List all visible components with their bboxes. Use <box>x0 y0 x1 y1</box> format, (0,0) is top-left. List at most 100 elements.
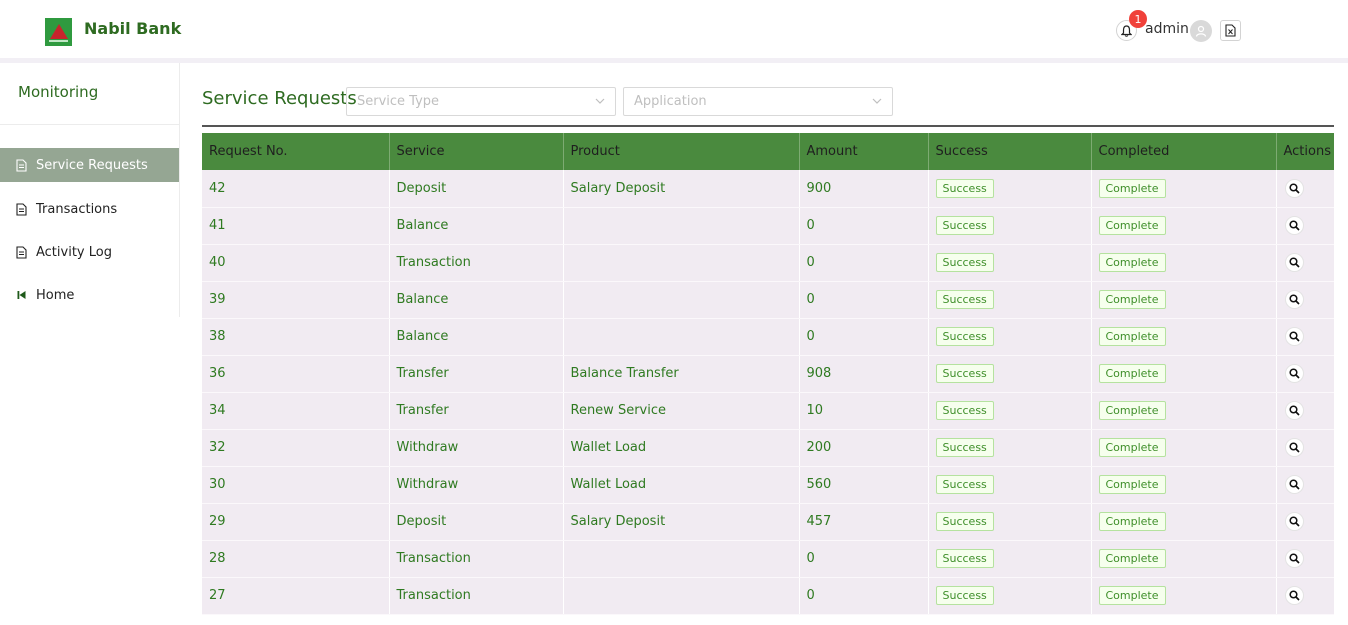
cell-request-no: 40 <box>202 244 390 282</box>
select-placeholder: Service Type <box>357 94 440 109</box>
cell-service: Transaction <box>389 577 564 615</box>
cell-actions <box>1276 207 1334 245</box>
view-details-button[interactable] <box>1284 438 1304 457</box>
cell-request-no: 41 <box>202 207 390 245</box>
status-badge: Complete <box>1098 216 1166 235</box>
cell-actions <box>1276 466 1334 504</box>
cell-success: Success <box>928 466 1092 504</box>
cell-completed: Complete <box>1091 392 1277 430</box>
cell-product <box>563 281 800 319</box>
cell-success: Success <box>928 392 1092 430</box>
column-header-success[interactable]: Success <box>928 133 1092 170</box>
chevron-down-icon <box>595 98 605 104</box>
cell-completed: Complete <box>1091 170 1277 208</box>
cell-actions <box>1276 244 1334 282</box>
view-details-button[interactable] <box>1284 178 1304 198</box>
view-details-button[interactable] <box>1284 401 1304 420</box>
bank-logo[interactable] <box>45 18 72 46</box>
file-icon <box>14 202 28 216</box>
cell-product <box>563 207 800 245</box>
search-icon <box>1288 220 1300 231</box>
cell-service: Transaction <box>389 244 564 282</box>
table-row[interactable]: 30 Withdraw Wallet Load 560 Success Complete <box>202 466 1334 504</box>
view-details-button[interactable] <box>1284 549 1304 568</box>
cell-product <box>563 244 800 282</box>
cell-amount: 0 <box>799 207 929 245</box>
table-header-row: Request No. Service Product Amount Succe… <box>202 133 1334 170</box>
cell-success: Success <box>928 577 1092 615</box>
status-badge: Complete <box>1098 512 1166 531</box>
sidebar-item-home[interactable]: Home <box>0 278 179 312</box>
view-details-button[interactable] <box>1284 586 1304 605</box>
cell-actions <box>1276 429 1334 467</box>
avatar[interactable] <box>1190 20 1212 42</box>
view-details-button[interactable] <box>1284 512 1304 531</box>
cell-product <box>563 577 800 615</box>
status-badge: Success <box>935 253 994 272</box>
cell-amount: 560 <box>799 466 929 504</box>
cell-request-no: 30 <box>202 466 390 504</box>
sidebar-item-activity-log[interactable]: Activity Log <box>0 235 179 269</box>
table-row[interactable]: 27 Transaction 0 Success Complete <box>202 577 1334 615</box>
view-details-button[interactable] <box>1284 475 1304 494</box>
sidebar-item-label: Service Requests <box>36 157 148 173</box>
cell-success: Success <box>928 281 1092 319</box>
table-row[interactable]: 32 Withdraw Wallet Load 200 Success Complete <box>202 429 1334 467</box>
status-badge: Success <box>935 512 994 531</box>
view-details-button[interactable] <box>1284 216 1304 235</box>
cell-success: Success <box>928 207 1092 245</box>
sidebar-title: Monitoring <box>18 83 99 101</box>
column-header-completed[interactable]: Completed <box>1091 133 1277 170</box>
status-badge: Success <box>935 475 994 494</box>
table-row[interactable]: 29 Deposit Salary Deposit 457 Success Complet… <box>202 503 1334 541</box>
application-select[interactable]: Application <box>623 87 893 116</box>
column-header-product[interactable]: Product <box>563 133 800 170</box>
cell-success: Success <box>928 540 1092 578</box>
sidebar-item-service-requests[interactable]: Service Requests <box>0 148 179 182</box>
cell-request-no: 42 <box>202 170 390 208</box>
cell-product: Salary Deposit <box>563 170 800 208</box>
status-badge: Complete <box>1098 364 1166 383</box>
view-details-button[interactable] <box>1284 364 1304 383</box>
view-details-button[interactable] <box>1284 253 1304 272</box>
view-details-button[interactable] <box>1284 290 1304 309</box>
search-icon <box>1288 590 1300 601</box>
cell-completed: Complete <box>1091 244 1277 282</box>
cell-request-no: 34 <box>202 392 390 430</box>
cell-request-no: 36 <box>202 355 390 393</box>
cell-request-no: 39 <box>202 281 390 319</box>
search-icon <box>1288 368 1300 379</box>
cell-actions <box>1276 392 1334 430</box>
table-row[interactable]: 40 Transaction 0 Success Complete <box>202 244 1334 282</box>
export-button[interactable] <box>1220 20 1241 41</box>
column-header-request-no[interactable]: Request No. <box>202 133 390 170</box>
column-header-service[interactable]: Service <box>389 133 564 170</box>
cell-service: Balance <box>389 281 564 319</box>
title-divider <box>202 125 1334 127</box>
cell-actions <box>1276 540 1334 578</box>
cell-amount: 200 <box>799 429 929 467</box>
table-row[interactable]: 38 Balance 0 Success Complete <box>202 318 1334 356</box>
table-row[interactable]: 42 Deposit Salary Deposit 900 Success Complet… <box>202 170 1334 208</box>
cell-request-no: 38 <box>202 318 390 356</box>
brand-name[interactable]: Nabil Bank <box>84 19 181 38</box>
file-export-icon <box>1225 24 1236 37</box>
username[interactable]: admin <box>1145 21 1189 37</box>
column-header-amount[interactable]: Amount <box>799 133 929 170</box>
table-row[interactable]: 36 Transfer Balance Transfer 908 Success Comp… <box>202 355 1334 393</box>
cell-product: Renew Service <box>563 392 800 430</box>
cell-completed: Complete <box>1091 540 1277 578</box>
table-row[interactable]: 28 Transaction 0 Success Complete <box>202 540 1334 578</box>
cell-product: Balance Transfer <box>563 355 800 393</box>
view-details-button[interactable] <box>1284 327 1304 346</box>
back-icon <box>14 290 28 300</box>
cell-amount: 10 <box>799 392 929 430</box>
service-type-select[interactable]: Service Type <box>346 87 616 116</box>
cell-completed: Complete <box>1091 503 1277 541</box>
table-row[interactable]: 39 Balance 0 Success Complete <box>202 281 1334 319</box>
sidebar-item-transactions[interactable]: Transactions <box>0 192 179 226</box>
table-row[interactable]: 41 Balance 0 Success Complete <box>202 207 1334 245</box>
cell-request-no: 32 <box>202 429 390 467</box>
cell-amount: 457 <box>799 503 929 541</box>
table-row[interactable]: 34 Transfer Renew Service 10 Success Complete <box>202 392 1334 430</box>
